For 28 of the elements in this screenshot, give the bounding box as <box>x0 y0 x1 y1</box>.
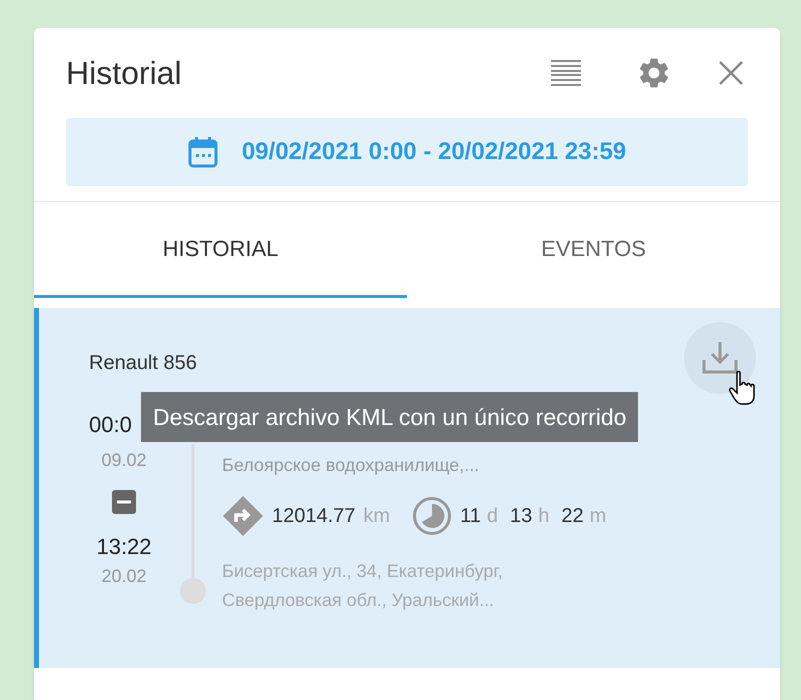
close-icon[interactable] <box>718 60 744 86</box>
tab[interactable]: HISTORIAL <box>34 202 407 298</box>
route-icon <box>222 495 264 537</box>
panel-title: Historial <box>66 54 183 93</box>
clock-icon <box>412 496 452 536</box>
duration-unit: d <box>486 504 498 529</box>
duration-value: 11 <box>460 504 481 529</box>
start-time: 00:0 <box>89 411 132 439</box>
download-icon <box>701 340 739 376</box>
hand-cursor-icon <box>729 370 757 406</box>
start-date: 09.02 <box>101 449 147 472</box>
duration-unit: m <box>590 504 606 529</box>
end-date: 20.02 <box>101 565 147 588</box>
vehicle-name: Renault 856 <box>89 351 197 376</box>
end-address: Бисертская ул., 34, Екатеринбург, Свердловская обл., Уральский... <box>222 560 504 612</box>
tooltip: Descargar archivo KML con un único recorrido <box>141 392 638 442</box>
calendar-icon <box>188 136 218 168</box>
tab[interactable]: EVENTOS <box>407 202 780 298</box>
distance-value: 12014.77 <box>272 504 356 529</box>
distance-unit: km <box>363 504 390 529</box>
duration-value: 22 <box>561 504 584 529</box>
end-time: 13:22 <box>96 533 152 561</box>
duration-unit: h <box>538 504 550 529</box>
list-icon[interactable] <box>551 60 581 86</box>
collapse-icon[interactable] <box>112 490 136 514</box>
trip-card[interactable] <box>34 308 780 668</box>
start-address: Белоярское водохранилище,... <box>222 454 480 477</box>
duration-value: 13 <box>510 504 532 529</box>
